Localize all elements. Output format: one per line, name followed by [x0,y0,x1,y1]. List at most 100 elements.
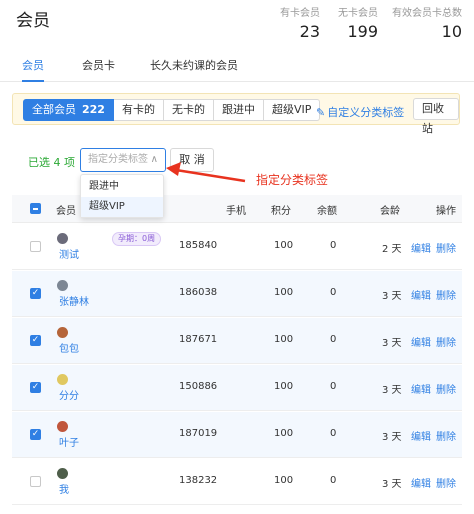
delete-link[interactable]: 删除 [436,475,456,490]
member-name-link[interactable]: 测试 [59,246,79,261]
filter-bar: 全部会员 222 有卡的 无卡的 跟进中 超级VIP ✎ 自定义分类标签 回收站 [12,93,460,135]
edit-link[interactable]: 编辑 [411,428,431,443]
stat-label: 有效会员卡总数 [392,8,462,19]
annotation-label: 指定分类标签 [256,173,329,187]
stat-card-valid-cards: 有效会员卡总数 10 [392,4,462,41]
custom-tag-link[interactable]: ✎ 自定义分类标签 [316,104,404,120]
chevron-up-icon: ∧ [150,154,158,165]
member-name-link[interactable]: 叶子 [59,434,79,449]
delete-link[interactable]: 删除 [436,334,456,349]
row-checkbox[interactable] [30,241,41,252]
avatar [57,280,68,291]
filter-without-card[interactable]: 无卡的 [163,99,214,121]
member-name-link[interactable]: 张静林 [59,293,89,308]
custom-tag-label: 自定义分类标签 [327,106,405,119]
row-checkbox[interactable]: ✓ [30,429,41,440]
column-header-phone: 手机 [226,206,246,217]
balance-cell: 0 [330,240,337,251]
table-row: 测试 孕期：0周 185840 100 0 2 天 编辑 删除 [12,224,462,270]
delete-link[interactable]: 删除 [436,428,456,443]
tag-select-placeholder: 指定分类标签 [88,154,148,165]
points-cell: 100 [274,381,294,392]
tab-members[interactable]: 会员 [22,57,44,82]
row-checkbox[interactable] [30,476,41,487]
balance-cell: 0 [330,334,337,345]
member-name-link[interactable]: 包包 [59,340,79,355]
balance-cell: 0 [330,381,337,392]
table-row: ✓ 包包 187671 100 0 3 天 编辑 删除 [12,318,462,364]
stat-card-members-with-card: 有卡会员 23 [280,4,320,41]
phone-cell: 186038 [179,287,218,298]
stat-value: 199 [347,22,378,41]
filter-with-card[interactable]: 有卡的 [113,99,164,121]
tab-bar: 会员 会员卡 长久未约课的会员 [0,52,474,82]
table-row: ✓ 叶子 187019 100 0 3 天 编辑 删除 [12,412,462,458]
avatar [57,468,68,479]
page-title: 会员 [16,11,50,31]
tab-inactive-members[interactable]: 长久未约课的会员 [150,57,238,82]
page-header: 会员 有卡会员 23 无卡会员 199 有效会员卡总数 10 [0,0,474,44]
table-row: ✓ 分分 150886 100 0 3 天 编辑 删除 [12,365,462,411]
phone-cell: 187671 [179,334,218,345]
recycle-bin-button[interactable]: 回收站 [413,98,459,135]
points-cell: 100 [274,240,294,251]
cancel-button[interactable]: 取 消 [170,148,214,172]
phone-cell: 150886 [179,381,218,392]
avatar [57,374,68,385]
points-cell: 100 [274,428,294,439]
phone-cell: 138232 [179,475,218,486]
tag-select[interactable]: 指定分类标签 ∧ [80,148,166,172]
stat-value: 10 [441,22,462,41]
dropdown-option-super-vip[interactable]: 超级VIP [81,197,163,217]
delete-link[interactable]: 删除 [436,287,456,302]
tab-member-cards[interactable]: 会员卡 [82,57,115,82]
age-cell: 3 天 [382,432,402,443]
stat-value: 23 [299,22,320,41]
column-header-balance: 余额 [317,206,337,217]
avatar [57,233,68,244]
row-checkbox[interactable]: ✓ [30,382,41,393]
dropdown-option-following[interactable]: 跟进中 [81,177,163,197]
edit-link[interactable]: 编辑 [411,240,431,255]
delete-link[interactable]: 删除 [436,240,456,255]
segment-group: 全部会员 222 有卡的 无卡的 跟进中 超级VIP [23,99,321,121]
member-name-link[interactable]: 分分 [59,387,79,402]
edit-link[interactable]: 编辑 [411,287,431,302]
filter-super-vip[interactable]: 超级VIP [263,99,321,121]
member-name-link[interactable]: 我 [59,481,69,496]
points-cell: 100 [274,475,294,486]
filter-label: 全部会员 [32,103,76,116]
status-badge: 孕期：0周 [112,232,162,246]
balance-cell: 0 [330,428,337,439]
phone-cell: 185840 [179,240,218,251]
avatar [57,327,68,338]
age-cell: 3 天 [382,385,402,396]
selected-count: 已选 4 项 [28,156,75,169]
table-row: 我 138232 100 0 3 天 编辑 删除 [12,459,462,505]
row-checkbox[interactable]: ✓ [30,335,41,346]
age-cell: 3 天 [382,338,402,349]
balance-cell: 0 [330,287,337,298]
filter-count: 222 [82,103,105,116]
filter-following[interactable]: 跟进中 [213,99,264,121]
column-header-age: 会龄 [380,206,400,217]
stat-label: 无卡会员 [338,8,378,19]
points-cell: 100 [274,334,294,345]
delete-link[interactable]: 删除 [436,381,456,396]
row-checkbox[interactable]: ✓ [30,288,41,299]
select-all-checkbox[interactable] [30,203,41,214]
balance-cell: 0 [330,475,337,486]
age-cell: 3 天 [382,479,402,490]
stat-card-members-without-card: 无卡会员 199 [338,4,378,41]
avatar [57,421,68,432]
column-header-member: 会员 [56,206,76,217]
age-cell: 2 天 [382,244,402,255]
tag-dropdown-menu: 跟进中 超级VIP [80,174,164,218]
column-header-actions: 操作 [436,206,456,217]
edit-link[interactable]: 编辑 [411,475,431,490]
edit-link[interactable]: 编辑 [411,381,431,396]
points-cell: 100 [274,287,294,298]
phone-cell: 187019 [179,428,218,439]
filter-all-members[interactable]: 全部会员 222 [23,99,114,121]
edit-link[interactable]: 编辑 [411,334,431,349]
